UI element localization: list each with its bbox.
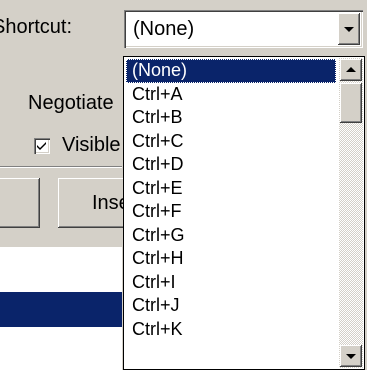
- arrow-up-icon: [346, 67, 356, 72]
- option-ctrl-h[interactable]: Ctrl+H: [126, 247, 336, 271]
- option-ctrl-j[interactable]: Ctrl+J: [126, 294, 336, 318]
- option-none[interactable]: (None): [126, 59, 336, 83]
- combobox-dropdown-button[interactable]: [338, 13, 360, 45]
- shortcut-combobox[interactable]: (None): [124, 10, 363, 48]
- option-ctrl-a[interactable]: Ctrl+A: [126, 83, 336, 107]
- scroll-up-button[interactable]: [340, 59, 362, 81]
- vertical-scrollbar[interactable]: [339, 58, 363, 368]
- option-ctrl-b[interactable]: Ctrl+B: [126, 106, 336, 130]
- option-ctrl-i[interactable]: Ctrl+I: [126, 271, 336, 295]
- selected-list-row[interactable]: [0, 292, 122, 327]
- option-ctrl-e[interactable]: Ctrl+E: [126, 177, 336, 201]
- option-ctrl-f[interactable]: Ctrl+F: [126, 200, 336, 224]
- insert-button[interactable]: Inse: [58, 178, 130, 228]
- chevron-down-icon: [344, 27, 354, 32]
- scrollbar-thumb[interactable]: [340, 83, 362, 123]
- dropdown-options: (None) Ctrl+A Ctrl+B Ctrl+C Ctrl+D Ctrl+…: [126, 59, 336, 341]
- option-ctrl-k[interactable]: Ctrl+K: [126, 318, 336, 342]
- option-ctrl-g[interactable]: Ctrl+G: [126, 224, 336, 248]
- option-ctrl-d[interactable]: Ctrl+D: [126, 153, 336, 177]
- shortcut-combobox-value: (None): [133, 18, 195, 40]
- separator-highlight: [0, 167, 122, 168]
- dialog-button-left[interactable]: [0, 178, 40, 228]
- visible-checkbox[interactable]: [34, 138, 50, 154]
- shortcut-label: Shortcut:: [0, 16, 73, 38]
- option-ctrl-c[interactable]: Ctrl+C: [126, 130, 336, 154]
- scroll-down-button[interactable]: [340, 345, 362, 367]
- check-icon: [37, 142, 46, 150]
- arrow-down-icon: [346, 354, 356, 359]
- visible-label[interactable]: Visible: [62, 134, 121, 157]
- negotiate-label: Negotiate: [28, 92, 114, 114]
- shortcut-dropdown-list[interactable]: (None) Ctrl+A Ctrl+B Ctrl+C Ctrl+D Ctrl+…: [123, 56, 365, 370]
